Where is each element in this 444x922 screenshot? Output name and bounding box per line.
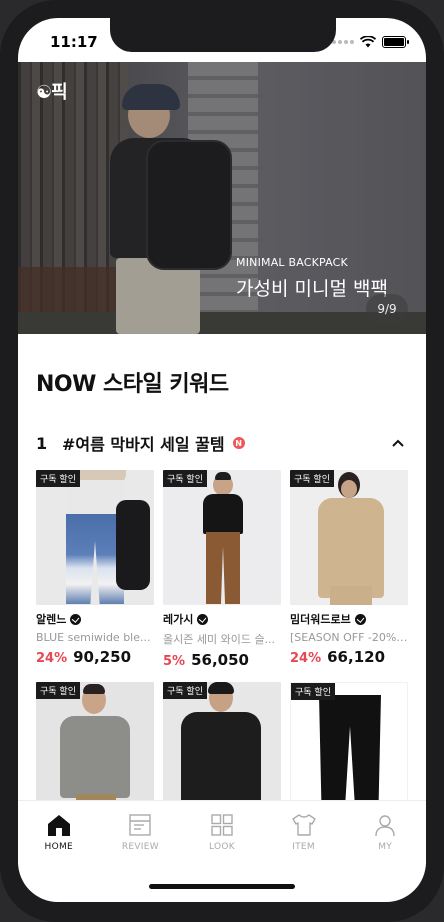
- bottom-tab-bar: HOME REVIEW LOOK ITEM MY: [18, 800, 426, 864]
- status-time: 11:17: [50, 33, 98, 51]
- brand-row: 알렌느: [36, 611, 154, 627]
- tab-label: REVIEW: [121, 842, 159, 852]
- keyword-text: #여름 막바지 세일 꿀템: [62, 435, 225, 454]
- subscription-badge: 구독 할인: [290, 470, 334, 487]
- price-row: 5% 56,050: [163, 651, 281, 669]
- tab-label: MY: [378, 842, 393, 852]
- product-card[interactable]: 구독 할인: [163, 682, 281, 817]
- product-image[interactable]: 구독 할인: [36, 682, 154, 817]
- brand-name: 밈더워드로브: [290, 613, 351, 626]
- hero-banner[interactable]: ☯픽 MINIMAL BACKPACK 가성비 미니멀 백팩 9/9: [18, 62, 426, 334]
- price: 56,050: [191, 651, 249, 669]
- product-image[interactable]: 구독 할인: [290, 682, 408, 817]
- keyword-row[interactable]: 1 #여름 막바지 세일 꿀템 N: [36, 430, 408, 456]
- person-icon: [375, 815, 395, 837]
- discount-rate: 5%: [163, 654, 186, 669]
- wifi-icon: [360, 36, 376, 48]
- chevron-up-icon[interactable]: [388, 433, 408, 453]
- subscription-badge: 구독 할인: [36, 682, 80, 699]
- product-name: 올시즌 세미 와이드 슬...: [163, 633, 276, 646]
- tshirt-icon: [291, 814, 316, 836]
- review-icon: [129, 814, 152, 836]
- status-icons: [332, 36, 409, 48]
- new-badge: N: [232, 437, 245, 449]
- app-logo: ☯픽: [36, 82, 68, 103]
- product-image[interactable]: 구독 할인: [163, 682, 281, 817]
- tab-look[interactable]: LOOK: [181, 801, 263, 864]
- home-icon: [47, 815, 70, 836]
- tab-label: ITEM: [292, 842, 315, 852]
- brand-row: 레가시: [163, 611, 281, 627]
- product-name: BLUE semiwide ble...: [36, 631, 151, 644]
- product-card[interactable]: 구독 할인 알렌느 BLUE semiwide ble... 24% 90,25…: [36, 470, 154, 666]
- product-card[interactable]: 구독 할인 레가시 올시즌 세미 와이드 슬... 5% 56,050: [163, 470, 281, 669]
- notch: [110, 18, 336, 52]
- section-title: NOW 스타일 키워드: [36, 372, 229, 397]
- battery-icon: [382, 36, 409, 48]
- hero-title: 가성비 미니멀 백팩: [236, 278, 388, 300]
- product-image[interactable]: 구독 할인: [163, 470, 281, 605]
- discount-rate: 24%: [36, 651, 68, 666]
- tab-label: LOOK: [209, 842, 235, 852]
- product-card[interactable]: 구독 할인: [290, 682, 408, 817]
- price-row: 24% 66,120: [290, 648, 408, 666]
- home-indicator: [149, 884, 295, 889]
- signal-icon: [332, 40, 354, 44]
- keyword-rank: 1: [36, 433, 48, 453]
- product-card[interactable]: 구독 할인: [36, 682, 154, 817]
- brand-name: 레가시: [163, 613, 194, 626]
- hero-page-indicator: 9/9: [366, 294, 408, 324]
- product-image[interactable]: 구독 할인: [36, 470, 154, 605]
- subscription-badge: 구독 할인: [163, 682, 207, 699]
- verified-icon: [70, 613, 82, 625]
- price-row: 24% 90,250: [36, 648, 154, 666]
- verified-icon: [354, 613, 366, 625]
- verified-icon: [197, 613, 209, 625]
- grid-icon: [211, 814, 233, 836]
- price: 66,120: [327, 648, 386, 666]
- discount-rate: 24%: [290, 651, 322, 666]
- price: 90,250: [73, 648, 132, 666]
- tab-item[interactable]: ITEM: [263, 801, 345, 864]
- subscription-badge: 구독 할인: [291, 683, 335, 700]
- tab-review[interactable]: REVIEW: [100, 801, 182, 864]
- tab-my[interactable]: MY: [344, 801, 426, 864]
- subscription-badge: 구독 할인: [163, 470, 207, 487]
- brand-row: 밈더워드로브: [290, 611, 408, 627]
- app-screen: 11:17 ☯픽 MINIMAL BACKPACK 가성비 미니멀 백팩 9/9…: [18, 18, 426, 902]
- product-image[interactable]: 구독 할인: [290, 470, 408, 605]
- brand-name: 알렌느: [36, 613, 67, 626]
- product-card[interactable]: 구독 할인 밈더워드로브 [SEASON OFF -20%]... 24% 66…: [290, 470, 408, 666]
- product-name: [SEASON OFF -20%]...: [290, 631, 408, 644]
- phone-frame: 11:17 ☯픽 MINIMAL BACKPACK 가성비 미니멀 백팩 9/9…: [0, 0, 444, 922]
- tab-label: HOME: [44, 842, 74, 852]
- tab-home[interactable]: HOME: [18, 801, 100, 864]
- subscription-badge: 구독 할인: [36, 470, 80, 487]
- hero-subtitle: MINIMAL BACKPACK: [236, 256, 348, 269]
